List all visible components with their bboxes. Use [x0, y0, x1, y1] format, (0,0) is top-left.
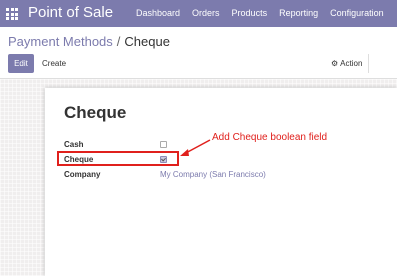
company-link[interactable]: My Company (San Francisco)	[160, 170, 266, 179]
cash-field-label: Cash	[64, 140, 84, 149]
annotation-arrow-icon	[180, 139, 211, 156]
edit-button[interactable]: Edit	[8, 54, 34, 73]
menu-item-products[interactable]: Products	[232, 8, 268, 18]
main-menu: Dashboard Orders Products Reporting Conf…	[136, 8, 396, 18]
action-dropdown-button[interactable]: ⚙ Action	[325, 54, 370, 73]
gear-icon: ⚙	[331, 59, 339, 68]
breadcrumb-parent-link[interactable]: Payment Methods	[8, 34, 113, 49]
annotation-highlight-box	[57, 151, 179, 166]
company-field-label: Company	[64, 170, 101, 179]
control-panel: Payment Methods / Cheque Edit Create ⚙ Act…	[0, 27, 397, 79]
annotation-text: Add Cheque boolean field	[212, 132, 328, 143]
apps-menu-icon[interactable]	[6, 8, 18, 20]
menu-item-reporting[interactable]: Reporting	[279, 8, 318, 18]
breadcrumb-current: Cheque	[124, 34, 170, 49]
top-navbar: Point of Sale Dashboard Orders Products …	[0, 0, 397, 27]
breadcrumb: Payment Methods / Cheque	[8, 34, 170, 49]
create-button[interactable]: Create	[38, 54, 70, 73]
action-label: Action	[340, 59, 363, 68]
record-title: Cheque	[64, 103, 127, 122]
app-title[interactable]: Point of Sale	[28, 4, 113, 21]
cash-checkbox[interactable]	[160, 141, 167, 148]
menu-item-orders[interactable]: Orders	[192, 8, 220, 18]
breadcrumb-separator: /	[116, 34, 121, 49]
menu-item-dashboard[interactable]: Dashboard	[136, 8, 180, 18]
menu-item-configuration[interactable]: Configuration	[330, 8, 384, 18]
